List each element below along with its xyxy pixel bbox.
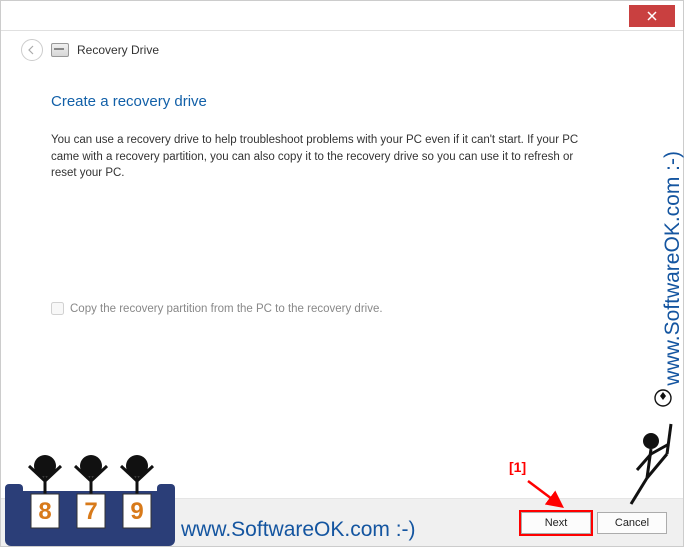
breadcrumb: Recovery Drive [77,43,159,57]
button-bar: Next Cancel [1,498,683,546]
copy-partition-checkbox[interactable] [51,302,64,315]
annotation-arrow-icon [526,479,570,513]
close-button[interactable] [629,5,675,27]
content-area: Create a recovery drive You can use a re… [1,69,683,498]
close-icon [647,11,657,21]
copy-partition-row: Copy the recovery partition from the PC … [51,302,633,315]
arrow-left-icon [27,45,37,55]
cancel-button[interactable]: Cancel [597,512,667,534]
annotation-label-1: [1] [509,459,526,475]
header-row: Recovery Drive [1,31,683,69]
wizard-window: Recovery Drive Create a recovery drive Y… [1,1,683,546]
next-button[interactable]: Next [521,512,591,534]
drive-icon [51,43,69,57]
back-button [21,39,43,61]
body-text: You can use a recovery drive to help tro… [51,132,591,182]
titlebar [1,1,683,31]
copy-partition-label: Copy the recovery partition from the PC … [70,303,383,315]
page-title: Create a recovery drive [51,93,633,110]
